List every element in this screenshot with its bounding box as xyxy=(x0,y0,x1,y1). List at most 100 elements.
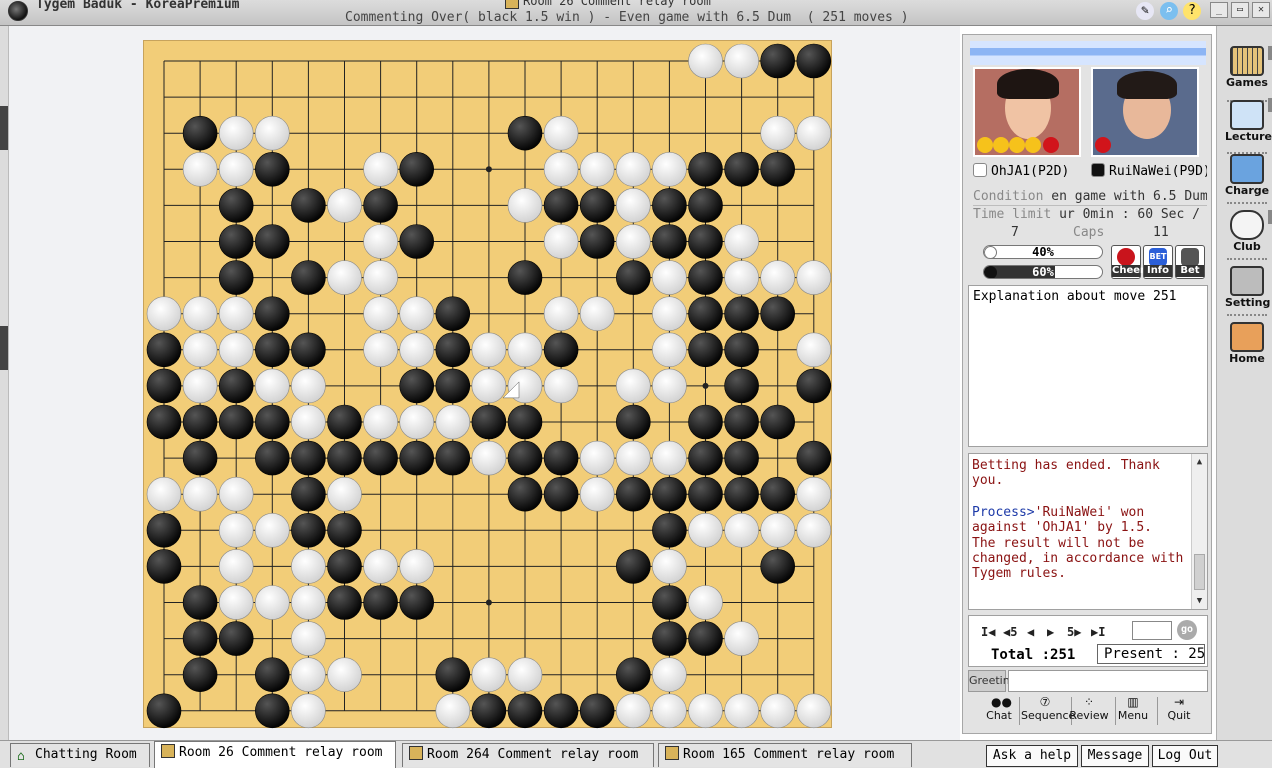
black-stone xyxy=(363,188,398,223)
rose-icon xyxy=(1117,248,1135,266)
bet-button[interactable]: Bet xyxy=(1175,245,1205,279)
black-stone xyxy=(291,188,326,223)
book-icon: ▥ xyxy=(1127,695,1139,709)
black-stone xyxy=(291,260,326,295)
next-move-button[interactable]: ▶ xyxy=(1047,625,1054,639)
condition-label: Condition xyxy=(973,189,1044,204)
bet-info-button[interactable]: BET Info xyxy=(1143,245,1173,279)
help-bulb-icon[interactable]: ? xyxy=(1183,2,1201,20)
side-scroll-handle[interactable] xyxy=(1268,210,1272,224)
white-player-photo[interactable] xyxy=(1091,67,1199,157)
black-stone xyxy=(724,296,759,332)
black-stone xyxy=(760,43,796,79)
time-limit-value: ur 0min : 60 Sec / 5 xyxy=(1059,207,1207,222)
lecture-button[interactable]: Lecture xyxy=(1225,100,1272,150)
edit-icon[interactable]: ✎ xyxy=(1136,2,1154,20)
setting-button[interactable]: Setting xyxy=(1225,266,1270,316)
tab-room-165[interactable]: Room 165 Comment relay room xyxy=(658,743,912,767)
white-stone xyxy=(543,115,579,151)
white-stone xyxy=(796,115,832,151)
black-stone xyxy=(327,549,362,584)
black-stone xyxy=(291,332,326,368)
white-stone xyxy=(291,404,326,440)
tab-room-264[interactable]: Room 264 Comment relay room xyxy=(402,743,654,767)
cheer-button[interactable]: Cheer xyxy=(1111,245,1145,279)
scroll-thumb[interactable] xyxy=(1194,554,1205,590)
first-move-button[interactable]: I◀ xyxy=(981,625,995,639)
black-stone xyxy=(615,657,651,693)
black-stone xyxy=(218,621,254,656)
white-stone xyxy=(255,512,290,548)
present-move: Present : 251 xyxy=(1097,644,1205,664)
chat-log[interactable]: Betting has ended. Thank you. Process>'R… xyxy=(968,453,1208,610)
black-stone xyxy=(688,440,723,476)
minimize-button[interactable]: _ xyxy=(1210,2,1228,18)
black-stone xyxy=(724,332,759,368)
previous-move-button[interactable]: ◀ xyxy=(1027,625,1034,639)
white-stone xyxy=(724,693,759,729)
games-button[interactable]: Games xyxy=(1225,46,1269,96)
edge-handle[interactable] xyxy=(0,326,8,370)
black-stone xyxy=(182,115,218,151)
black-stone xyxy=(327,512,362,548)
black-player-name[interactable]: OhJA1(P2D) xyxy=(973,163,1083,179)
white-knob-icon xyxy=(984,246,997,258)
move-explanation[interactable]: Explanation about move 251 xyxy=(968,285,1208,447)
scroll-up-icon[interactable]: ▲ xyxy=(1194,456,1205,468)
bet-info-icon: BET xyxy=(1149,248,1167,266)
menu-button[interactable]: ▥ Menu xyxy=(1111,695,1155,727)
scroll-down-icon[interactable]: ▼ xyxy=(1194,595,1205,607)
message-button[interactable]: Message xyxy=(1081,745,1149,767)
board-grid[interactable] xyxy=(144,41,833,729)
black-stone xyxy=(688,260,723,295)
ask-help-button[interactable]: Ask a help xyxy=(986,745,1078,767)
greeting-button[interactable]: Greeting xyxy=(968,670,1017,692)
edge-handle[interactable] xyxy=(0,106,8,150)
move-number-input[interactable] xyxy=(1132,621,1172,640)
white-stone xyxy=(399,549,435,584)
black-stone xyxy=(327,585,362,620)
tab-chatting-room[interactable]: ⌂ Chatting Room xyxy=(10,743,150,767)
go-board[interactable] xyxy=(143,40,833,729)
black-player-photo[interactable] xyxy=(973,67,1081,157)
white-stone xyxy=(724,512,759,548)
white-player-name[interactable]: RuiNaWei(P9D) xyxy=(1091,163,1207,179)
club-button[interactable]: Club xyxy=(1225,210,1269,260)
black-stone xyxy=(255,296,290,332)
forward-5-button[interactable]: 5▶ xyxy=(1067,625,1081,639)
room-title: Room 26 Comment relay room xyxy=(505,0,711,9)
review-button[interactable]: ⁘ Review xyxy=(1067,695,1111,727)
white-stone xyxy=(399,404,435,440)
close-button[interactable]: ✕ xyxy=(1252,2,1270,18)
board-icon xyxy=(409,746,423,760)
back-5-button[interactable]: ◀5 xyxy=(1003,625,1017,639)
white-stone xyxy=(182,332,218,368)
quit-button[interactable]: ⇥ Quit xyxy=(1157,695,1201,727)
search-icon[interactable]: ⌕ xyxy=(1160,2,1178,20)
side-scroll-handle[interactable] xyxy=(1268,46,1272,60)
maximize-button[interactable]: ▭ xyxy=(1231,2,1249,18)
black-stone xyxy=(579,188,615,223)
black-stone xyxy=(218,368,254,404)
rose-icon xyxy=(977,137,993,153)
home-button[interactable]: Home xyxy=(1225,322,1269,372)
white-stone xyxy=(543,368,579,404)
white-stone xyxy=(182,152,218,187)
white-stone xyxy=(327,188,362,223)
black-stone xyxy=(146,512,182,548)
side-scroll-handle[interactable] xyxy=(1268,98,1272,112)
black-stone xyxy=(615,260,651,295)
chat-scrollbar[interactable]: ▲ ▼ xyxy=(1191,454,1207,609)
log-out-button[interactable]: Log Out xyxy=(1152,745,1218,767)
black-stone xyxy=(363,585,398,620)
chat-button[interactable]: ●● Chat xyxy=(977,695,1021,727)
tab-room-26[interactable]: Room 26 Comment relay room xyxy=(154,741,396,768)
white-stone xyxy=(615,224,651,259)
charge-button[interactable]: Charge xyxy=(1225,154,1269,204)
black-stone xyxy=(688,332,723,368)
tv-icon xyxy=(1230,100,1264,130)
sequence-button[interactable]: ⑦ Sequence xyxy=(1021,695,1075,727)
greeting-input[interactable] xyxy=(1008,670,1208,692)
last-move-button[interactable]: ▶I xyxy=(1091,625,1105,639)
go-button[interactable]: go xyxy=(1177,620,1197,640)
